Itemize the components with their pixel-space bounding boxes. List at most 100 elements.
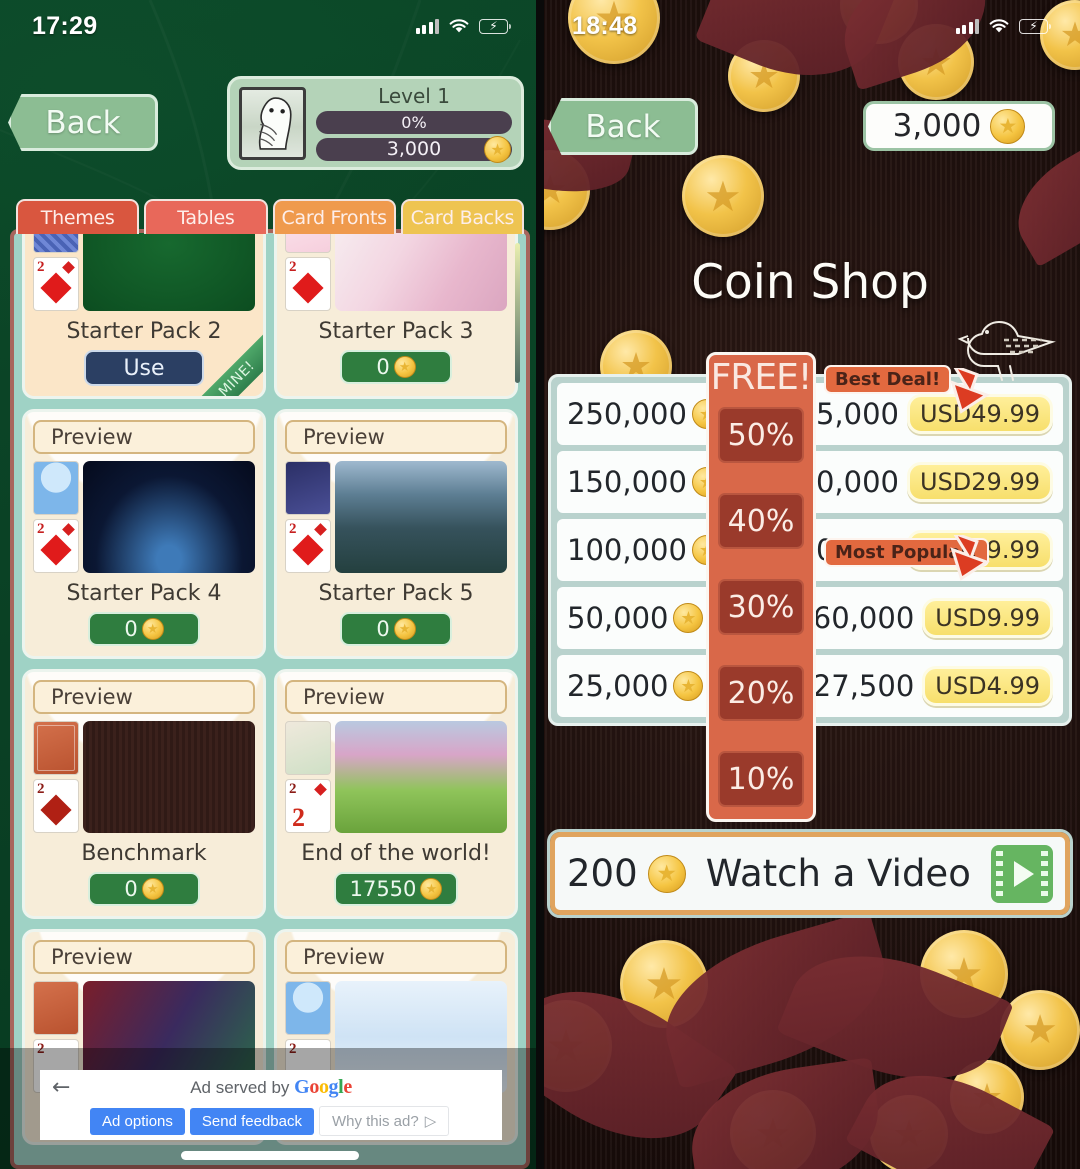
theme-price: 0 (124, 617, 138, 641)
tab-card-backs[interactable]: Card Backs (400, 199, 524, 234)
right-status-icons: ⚡ (955, 18, 1051, 34)
price-button[interactable]: USD4.99 (922, 666, 1053, 706)
tab-card-fronts[interactable]: Card Fronts (272, 199, 396, 234)
theme-card[interactable]: Preview 2 2 End of the world! 17550 ★ (274, 669, 518, 919)
preview-button[interactable]: Preview (33, 680, 255, 714)
theme-preview-image (335, 461, 507, 573)
ad-options-button[interactable]: Ad options (90, 1107, 185, 1135)
level-coin-value: 3,000 (386, 138, 442, 160)
diamond-pip-icon (314, 783, 327, 796)
back-button[interactable]: Back (8, 94, 158, 151)
card-back-mini (33, 721, 79, 775)
theme-card[interactable]: Preview 2 Starter Pack 3 0 (274, 233, 518, 399)
theme-thumbnail: 2 2 (285, 721, 507, 833)
card-back-mini (285, 461, 331, 515)
google-logo: Google (294, 1075, 352, 1098)
card-front-mini: 2 (33, 257, 79, 311)
left-status-clock: 17:29 (32, 11, 98, 40)
theme-preview-image (83, 721, 255, 833)
screen-divider (536, 0, 544, 1169)
theme-card[interactable]: Preview 2 Starter Pack 4 0 ★ (22, 409, 266, 659)
ad-served-label: Ad served by (190, 1077, 290, 1097)
coin-icon (990, 108, 1026, 144)
card-rank: 2 (37, 259, 45, 275)
bonus-pct: 20% (718, 665, 804, 721)
offer-result: = 60,000 USD9.99 (782, 598, 1063, 638)
diamond-pip-icon (292, 272, 324, 304)
buy-button[interactable]: 0 (88, 872, 200, 906)
watch-video-button[interactable]: 200 Watch a Video (547, 829, 1073, 918)
offer-base-amount: 100,000 (567, 533, 687, 567)
theme-price: 0 (376, 355, 390, 379)
left-status-bar: 17:29 ⚡ (0, 0, 540, 52)
theme-preview-image (335, 233, 507, 311)
free-bonus-column: FREE! 50% 40% 30% 20% 10% (706, 352, 816, 822)
level-info: Level 1 0% 3,000 (316, 85, 512, 163)
signal-bars-icon (415, 18, 439, 34)
theme-name: Benchmark (81, 841, 207, 866)
diamond-pip-icon (40, 272, 72, 304)
back-button[interactable]: Back (548, 98, 698, 155)
preview-button[interactable]: Preview (33, 420, 255, 454)
card-front-mini: 2 (33, 779, 79, 833)
buy-button[interactable]: 0 (340, 350, 452, 384)
page-title: Coin Shop (691, 255, 929, 310)
coin-icon (673, 671, 704, 701)
offer-base-amount: 250,000 (567, 397, 687, 431)
theme-card[interactable]: Preview 2 Starter Pack 5 0 ★ (274, 409, 518, 659)
card-rank: 2 (289, 781, 297, 797)
card-front-mini: 2 (33, 519, 79, 573)
coin-icon (141, 618, 164, 640)
buy-button[interactable]: 0 (340, 612, 452, 646)
coin-icon (673, 603, 704, 633)
preview-button[interactable]: Preview (285, 680, 507, 714)
theme-name: Starter Pack 3 (318, 319, 474, 344)
buy-button[interactable]: 0 (88, 612, 200, 646)
bonus-pct: 30% (718, 579, 804, 635)
offer-total: 27,500 (812, 669, 915, 703)
send-feedback-button[interactable]: Send feedback (189, 1107, 314, 1135)
bird-avatar-drawing (258, 96, 292, 150)
theme-thumbnail: 2 (33, 233, 255, 311)
coin-icon (647, 854, 686, 893)
offer-total: 60,000 (812, 601, 915, 635)
coin-balance-pill[interactable]: 3,000 (863, 101, 1055, 151)
free-label: FREE! (710, 357, 813, 398)
price-button[interactable]: USD29.99 (907, 462, 1053, 502)
theme-card[interactable]: Preview 2 Starter Pack 2 (22, 233, 266, 399)
scrollbar-thumb[interactable] (515, 243, 520, 383)
home-indicator (181, 1151, 359, 1160)
why-this-ad-button[interactable]: Why this ad? ▷ (318, 1106, 450, 1136)
level-card[interactable]: Level 1 0% 3,000 (227, 76, 524, 170)
tab-tables[interactable]: Tables (144, 199, 268, 234)
right-status-bar: 18:48 ⚡ (540, 0, 1080, 52)
theme-card[interactable]: Preview 2 Benchmark 0 (22, 669, 266, 919)
use-button[interactable]: Use (84, 350, 204, 386)
themes-scroll-area[interactable]: Preview 2 Starter Pack 2 (10, 229, 530, 1169)
preview-button[interactable]: Preview (33, 940, 255, 974)
card-back-mini (33, 981, 79, 1035)
level-progress-bar: 0% (316, 110, 512, 134)
card-back-mini (285, 981, 331, 1035)
mini-cards: 2 (33, 721, 79, 833)
card-back-mini (33, 461, 79, 515)
theme-name: Starter Pack 4 (66, 581, 222, 606)
video-film-icon (991, 844, 1053, 903)
coin-icon (393, 618, 416, 640)
best-deal-badge: Best Deal! (824, 365, 952, 394)
tab-themes[interactable]: Themes (16, 199, 140, 234)
watch-video-label: Watch a Video (705, 852, 971, 895)
theme-name: End of the world! (301, 841, 491, 866)
card-rank: 2 (37, 521, 45, 537)
wifi-icon (449, 19, 469, 33)
coin-balance-value: 3,000 (892, 108, 982, 144)
bonus-pct: 40% (718, 493, 804, 549)
preview-button[interactable]: Preview (285, 420, 507, 454)
google-ad-sheet[interactable]: ← Ad served by Google Ad options Send fe… (40, 1070, 502, 1140)
level-coin-bar: 3,000 (316, 135, 512, 163)
signal-bars-icon (955, 18, 979, 34)
preview-button[interactable]: Preview (285, 940, 507, 974)
price-button[interactable]: USD9.99 (922, 598, 1053, 638)
battery-charging-icon: ⚡ (479, 18, 511, 34)
buy-button[interactable]: 17550 (334, 872, 458, 906)
